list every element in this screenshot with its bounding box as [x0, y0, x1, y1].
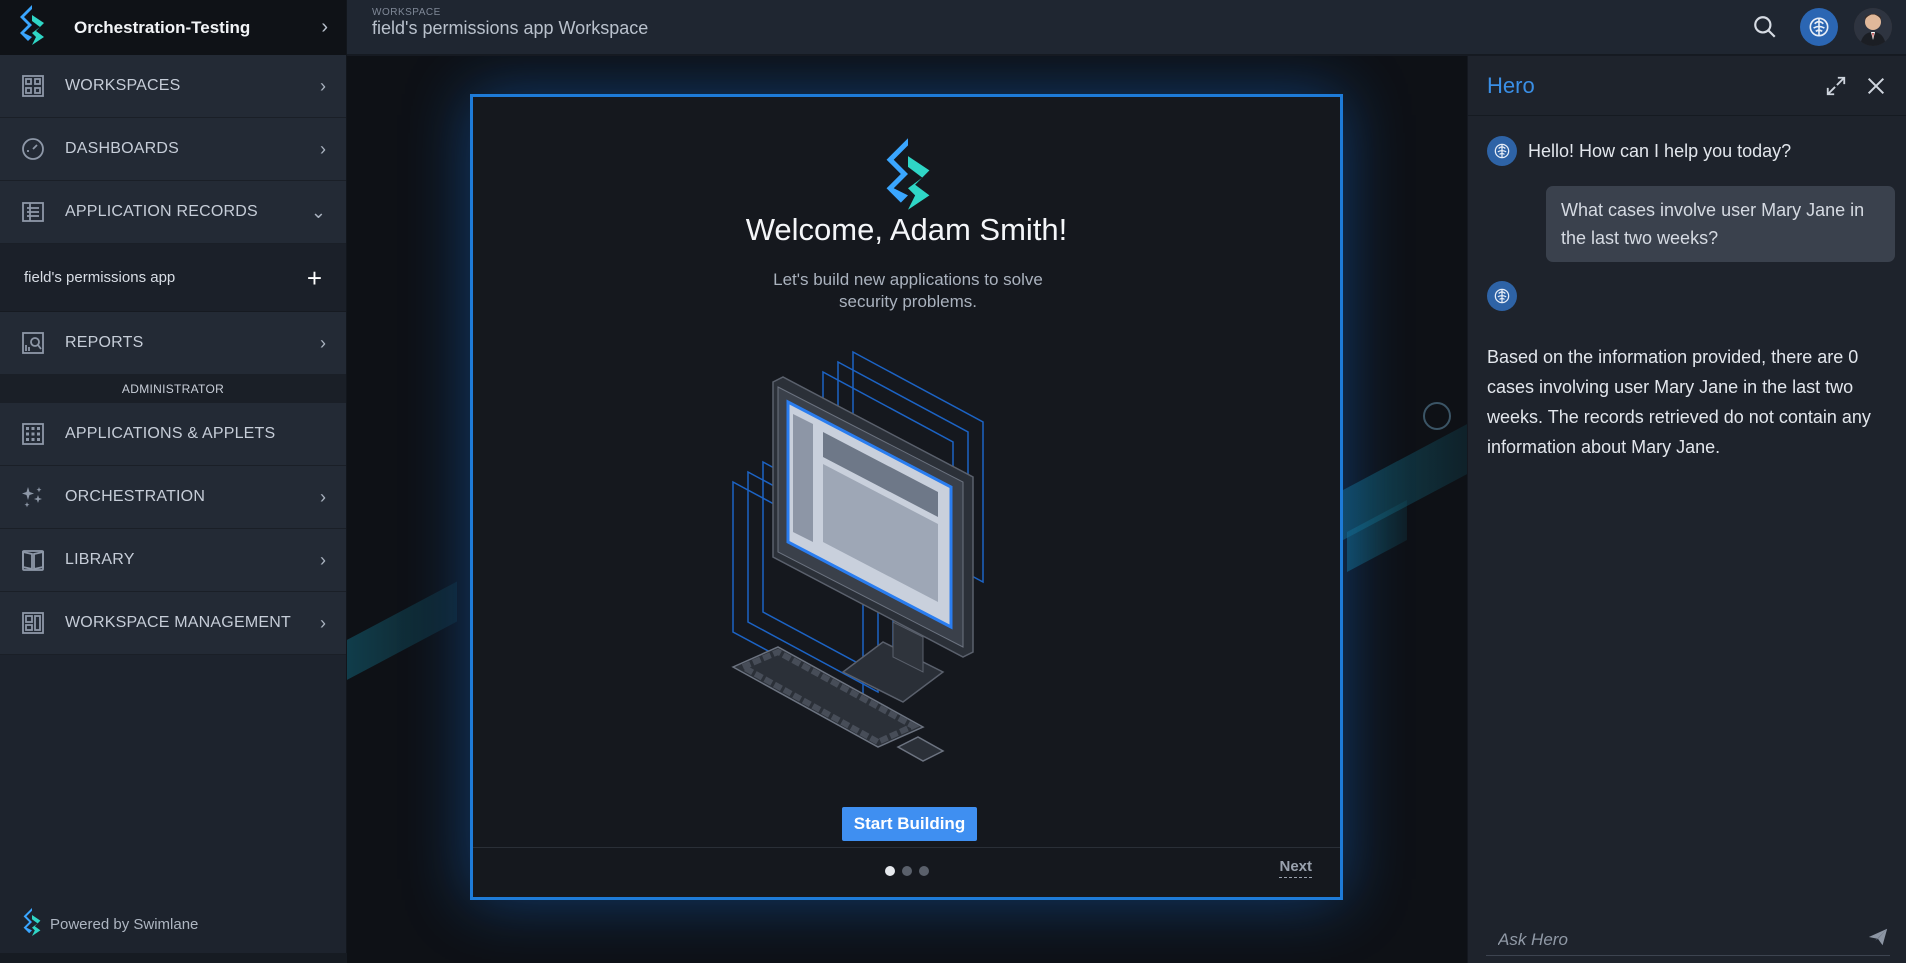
user-avatar[interactable]: [1854, 8, 1892, 46]
modal-footer: Next: [473, 847, 1340, 897]
bot-answer: Based on the information provided, there…: [1487, 347, 1871, 457]
hero-bot-icon: [1487, 281, 1517, 311]
admin-section-header: ADMINISTRATOR: [0, 375, 346, 403]
sidebar-item-orchestration[interactable]: ORCHESTRATION ›: [0, 466, 346, 529]
sidebar: Orchestration-Testing › WORKSPACES › DAS…: [0, 0, 347, 963]
welcome-modal: Welcome, Adam Smith! Let's build new app…: [470, 94, 1343, 900]
chevron-right-icon: ›: [320, 549, 326, 570]
org-switcher[interactable]: Orchestration-Testing ›: [0, 0, 346, 55]
sidebar-item-label: WORKSPACES: [65, 77, 181, 94]
sidebar-subitem-label: field's permissions app: [24, 269, 176, 286]
chevron-right-icon: ›: [320, 75, 326, 96]
sidebar-item-application-records[interactable]: APPLICATION RECORDS ⌄: [0, 181, 346, 244]
swimlane-logo-icon: [18, 5, 46, 50]
greeting-text: Hello! How can I help you today?: [1528, 140, 1792, 161]
sidebar-item-applications-applets[interactable]: APPLICATIONS & APPLETS: [0, 403, 346, 466]
workspace-kicker: WORKSPACE: [372, 7, 441, 18]
sidebar-item-label: APPLICATION RECORDS: [65, 203, 258, 220]
background-stripe: [347, 581, 457, 691]
sidebar-item-label: REPORTS: [65, 334, 144, 351]
sidebar-item-label: LIBRARY: [65, 551, 135, 568]
book-icon: [20, 547, 46, 573]
hero-bot-icon: [1487, 136, 1517, 166]
powered-by-text: Powered by Swimlane: [50, 915, 199, 933]
welcome-subtitle: Let's build new applications to solve se…: [773, 270, 1043, 311]
sidebar-item-label: WORKSPACE MANAGEMENT: [65, 614, 291, 631]
chevron-right-icon: ›: [320, 138, 326, 159]
sidebar-item-dashboards[interactable]: DASHBOARDS ›: [0, 118, 346, 181]
ask-hero-bar: [1486, 924, 1890, 956]
sidebar-collapse-bar[interactable]: [0, 953, 347, 963]
search-icon[interactable]: [1746, 8, 1784, 46]
swimlane-logo-icon: [883, 137, 933, 216]
swimlane-small-logo-icon: [22, 908, 42, 940]
layout-icon: [20, 610, 46, 636]
computer-illustration: [723, 342, 1103, 767]
sidebar-item-workspaces[interactable]: WORKSPACES ›: [0, 55, 346, 118]
report-search-icon: [20, 330, 46, 356]
sidebar-item-workspace-management[interactable]: WORKSPACE MANAGEMENT ›: [0, 592, 346, 655]
hero-ai-icon[interactable]: [1800, 8, 1838, 46]
chevron-right-icon: ›: [321, 16, 328, 38]
top-header: WORKSPACE field's permissions app Worksp…: [347, 0, 1906, 55]
records-icon: [20, 199, 46, 225]
start-building-button[interactable]: Start Building: [842, 807, 977, 841]
sidebar-subitem-app[interactable]: field's permissions app +: [0, 244, 346, 312]
sidebar-item-reports[interactable]: REPORTS ›: [0, 312, 346, 375]
close-icon[interactable]: [1865, 75, 1887, 97]
welcome-title: Welcome, Adam Smith!: [745, 212, 1068, 247]
chevron-right-icon: ›: [320, 332, 326, 353]
sparkle-icon: [20, 484, 46, 510]
loading-indicator: [1423, 402, 1451, 430]
org-name: Orchestration-Testing: [74, 17, 251, 37]
page-dot-3[interactable]: [919, 866, 929, 876]
chevron-down-icon: ⌄: [310, 201, 326, 222]
ask-hero-input[interactable]: [1486, 929, 1866, 950]
chevron-right-icon: ›: [320, 486, 326, 507]
next-button[interactable]: Next: [1279, 858, 1312, 878]
pagination-dots: [885, 866, 929, 876]
hero-header: Hero: [1468, 56, 1906, 116]
add-record-icon[interactable]: +: [307, 265, 322, 291]
bot-response-avatar: [1487, 281, 1517, 311]
workspace-title: field's permissions app Workspace: [372, 18, 649, 38]
page-dot-1[interactable]: [885, 866, 895, 876]
page-dot-2[interactable]: [902, 866, 912, 876]
sidebar-item-label: DASHBOARDS: [65, 140, 180, 157]
bot-message: Hello! How can I help you today?: [1487, 136, 1791, 166]
main-content: Welcome, Adam Smith! Let's build new app…: [347, 56, 1467, 963]
grid-icon: [20, 73, 46, 99]
user-message: What cases involve user Mary Jane in the…: [1546, 186, 1895, 262]
sidebar-item-label: APPLICATIONS & APPLETS: [65, 425, 276, 442]
send-icon[interactable]: [1866, 926, 1890, 953]
expand-icon[interactable]: [1825, 75, 1847, 97]
powered-by: Powered by Swimlane: [14, 908, 198, 940]
sidebar-item-library[interactable]: LIBRARY ›: [0, 529, 346, 592]
gauge-icon: [20, 136, 46, 162]
apps-grid-icon: [20, 421, 46, 447]
hero-chat-panel: Hero Hello! How can I help you today? Wh…: [1467, 56, 1906, 963]
chevron-right-icon: ›: [320, 612, 326, 633]
sidebar-item-label: ORCHESTRATION: [65, 488, 206, 505]
hero-title: Hero: [1487, 72, 1535, 98]
